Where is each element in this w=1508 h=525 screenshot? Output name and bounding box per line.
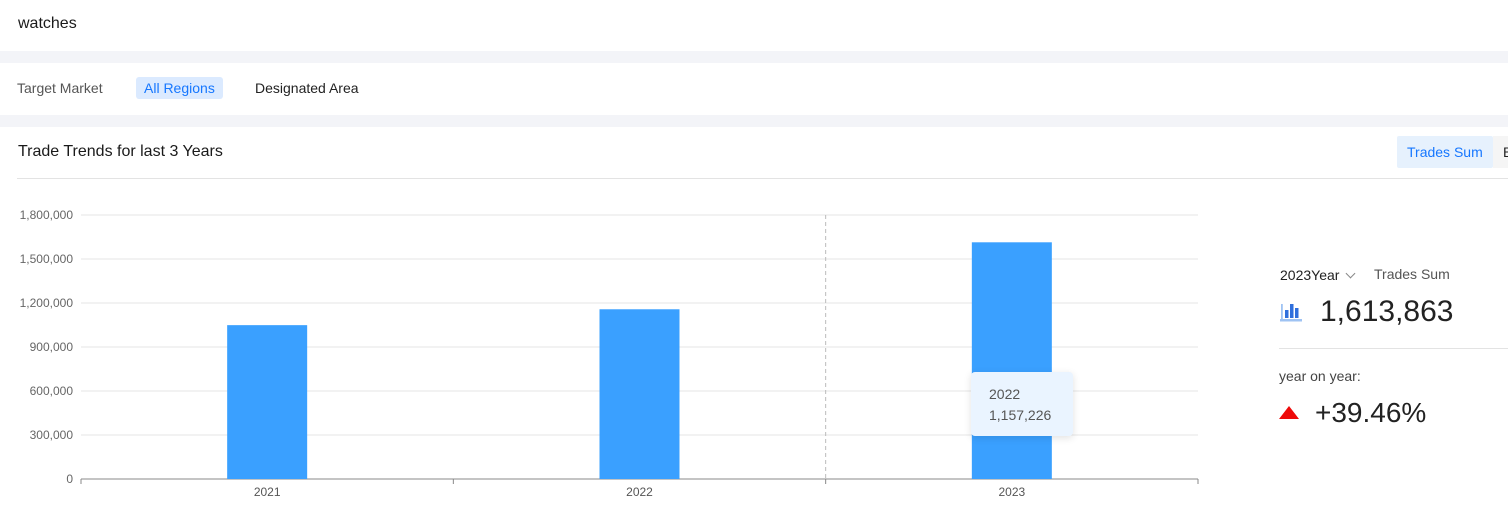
divider [1279, 348, 1508, 349]
x-tick-label: 2023 [998, 485, 1025, 499]
y-tick-label: 1,500,000 [20, 252, 74, 266]
x-tick-label: 2022 [626, 485, 653, 499]
bar-2023 [971, 242, 1052, 479]
y-tick-label: 300,000 [30, 428, 74, 442]
yoy-label: year on year: [1279, 368, 1361, 384]
chart-tooltip: 2022 1,157,226 [971, 372, 1073, 436]
chevron-down-icon [1345, 268, 1356, 279]
y-tick-label: 600,000 [30, 384, 74, 398]
year-select[interactable]: 2023Year [1280, 267, 1356, 283]
summary-panel: 2023Year Trades Sum 1,613,863 year on ye… [1279, 0, 1508, 525]
y-tick-label: 1,800,000 [20, 208, 74, 222]
y-tick-label: 0 [66, 472, 73, 486]
metric-value: 1,613,863 [1320, 295, 1454, 328]
x-tick-label: 2021 [254, 485, 281, 499]
bar-2022 [599, 309, 680, 479]
y-tick-label: 900,000 [30, 340, 74, 354]
bar-chart-icon [1280, 304, 1302, 322]
yoy-value: +39.46% [1315, 397, 1427, 428]
bar-2021 [227, 325, 308, 479]
up-triangle-icon [1279, 406, 1299, 419]
tooltip-label: 2022 [989, 386, 1021, 402]
y-tick-label: 1,200,000 [20, 296, 74, 310]
metric-label: Trades Sum [1374, 266, 1450, 282]
year-select-value: 2023Year [1280, 267, 1340, 283]
tooltip-value: 1,157,226 [989, 407, 1052, 423]
